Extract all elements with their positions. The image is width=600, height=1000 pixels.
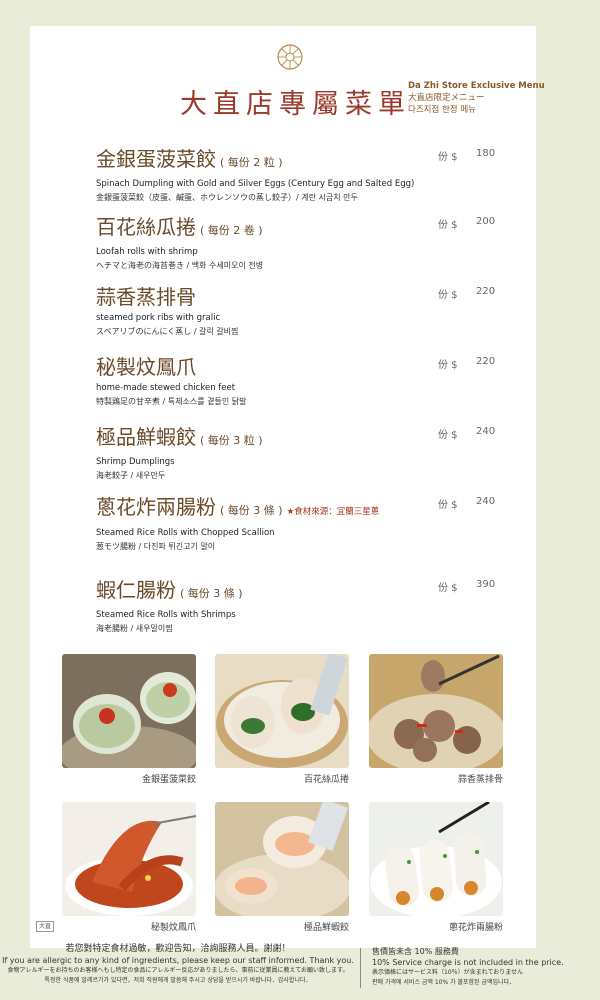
item-name: 金銀蛋菠菜餃 [96, 147, 216, 171]
item-name: 極品鮮蝦餃 [96, 425, 196, 449]
photo-caption: 百花絲瓜捲 [303, 775, 349, 785]
photo-caption: 金銀蛋菠菜餃 [141, 775, 196, 785]
item-quantity: ( 每份 3 粒 ) [200, 434, 263, 447]
allergy-notice-zh: 若您對特定食材過敏，歡迎告知，洽詢服務人員。謝謝！ [65, 944, 291, 954]
dim-sum-basket-logo-icon [277, 44, 303, 70]
price-unit: 份 $ [438, 583, 458, 594]
item-english: home-made stewed chicken feet [96, 383, 236, 393]
item-quantity: ( 每份 3 條 ) [220, 504, 283, 517]
spinach-dumpling-photo [62, 654, 196, 768]
price-value: 180 [476, 148, 496, 159]
shrimp-dumpling-photo [215, 802, 349, 916]
item-japanese-korean: 葱モツ腸粉 / 다진파 튀긴고기 말이 [96, 542, 216, 551]
rice-roll-photo [369, 802, 503, 916]
item-japanese-korean: スペアリブのにんにく蒸し / 갈릭 갈비찜 [96, 327, 239, 336]
service-charge-notice: 售價皆未含 10% 服務費 10% Service charge is not … [372, 946, 597, 988]
subtitle-english: Da Zhi Store Exclusive Menu [408, 81, 545, 91]
service-charge-en: 10% Service charge is not included in th… [372, 958, 564, 967]
item-english: Loofah rolls with shrimp [96, 247, 198, 257]
item-name: 蝦仁腸粉 [96, 578, 176, 602]
footer-divider [360, 948, 361, 988]
price-unit: 份 $ [438, 290, 458, 301]
menu-item: 秘製炆鳳爪 home-made stewed chicken feet 特製鶏足… [96, 354, 526, 407]
item-name: 蒜香蒸排骨 [96, 285, 196, 309]
price-value: 240 [476, 426, 496, 437]
menu-item: 金銀蛋菠菜餃 ( 每份 2 粒 ) Spinach Dumpling with G… [96, 146, 526, 203]
price-unit: 份 $ [438, 152, 458, 163]
price-value: 240 [476, 496, 496, 507]
price-value: 200 [476, 216, 496, 227]
price-unit: 份 $ [438, 360, 458, 371]
price-unit: 份 $ [438, 430, 458, 441]
item-english: Steamed Rice Rolls with Shrimps [96, 610, 236, 620]
allergy-notice-jp: 食物アレルギーをお持ちのお客様へもし特定の食品にアレルギー反応がありましたら、事… [7, 967, 349, 974]
allergy-notice-en: If you are allergic to any kind of ingre… [2, 956, 354, 965]
page-title: 大直店專屬菜單 [180, 89, 411, 120]
menu-item: 蔥花炸兩腸粉 ( 每份 3 條 ) ★食材來源：宜蘭三星蔥 Steamed Rice… [96, 494, 526, 552]
photo-caption: 蒜香蒸排骨 [457, 775, 503, 785]
item-japanese-korean: 海老腸粉 / 새우말이찜 [96, 624, 173, 633]
item-japanese-korean: 特製鶏足の甘辛煮 / 특제소스를 곁들인 닭발 [96, 397, 247, 406]
service-charge-jp: 表示価格にはサービス料（10％）が含まれておりません [372, 969, 524, 976]
item-japanese-korean: 金銀蛋菠菜餃（皮蛋、鹹蛋、ホウレンソウの蒸し餃子）/ 계란 시금치 만두 [96, 193, 358, 202]
item-english: Steamed Rice Rolls with Chopped Scallion [96, 528, 275, 538]
item-name: 秘製炆鳳爪 [96, 355, 196, 379]
menu-item: 極品鮮蝦餃 ( 每份 3 粒 ) Shrimp Dumplings 海老餃子 / … [96, 424, 526, 481]
subtitle-korean: 다즈지점 한정 메뉴 [408, 105, 476, 115]
pork-ribs-photo [369, 654, 503, 768]
chicken-feet-photo [62, 802, 196, 916]
menu-item: 百花絲瓜捲 ( 每份 2 卷 ) Loofah rolls with shrimp… [96, 214, 526, 271]
photo-caption: 蔥花炸兩腸粉 [448, 923, 503, 933]
item-quantity: ( 每份 2 卷 ) [200, 224, 263, 237]
title-subtitles: Da Zhi Store Exclusive Menu 大直店限定メニュー 다즈… [408, 80, 545, 116]
item-quantity: ( 每份 3 條 ) [180, 587, 243, 600]
photo-caption: 秘製炆鳳爪 [150, 923, 196, 933]
item-japanese-korean: 海老餃子 / 새우만두 [96, 471, 166, 480]
item-english: steamed pork ribs with gralic [96, 313, 221, 323]
price-value: 220 [476, 286, 496, 297]
allergy-notice-kr: 특정한 식품에 알레르기가 있다면，저희 직원에게 말씀해 주시고 상담을 받으… [44, 977, 312, 984]
store-size-tag: 大直 [36, 921, 55, 932]
menu-item: 蒜香蒸排骨 steamed pork ribs with gralic スペアリ… [96, 284, 526, 337]
price-value: 390 [476, 579, 496, 590]
service-charge-zh: 售價皆未含 10% 服務費 [372, 947, 459, 956]
ingredient-source-note: ★食材來源：宜蘭三星蔥 [286, 507, 380, 517]
price-unit: 份 $ [438, 500, 458, 511]
item-english: Spinach Dumpling with Gold and Silver Eg… [96, 179, 415, 189]
loofah-roll-photo [215, 654, 349, 768]
photo-caption: 極品鮮蝦餃 [303, 923, 349, 933]
subtitle-japanese: 大直店限定メニュー [408, 93, 485, 103]
price-value: 220 [476, 356, 496, 367]
item-name: 蔥花炸兩腸粉 [96, 495, 216, 519]
service-charge-kr: 판매 가격에 서비스 금액 10% 가 불포함된 금액입니다． [372, 979, 516, 986]
price-unit: 份 $ [438, 220, 458, 231]
item-quantity: ( 每份 2 粒 ) [220, 156, 283, 169]
item-name: 百花絲瓜捲 [96, 215, 196, 239]
item-japanese-korean: ヘチマと海老の海苔巻き / 백화 수세미오이 전병 [96, 261, 264, 270]
menu-item: 蝦仁腸粉 ( 每份 3 條 ) Steamed Rice Rolls with S… [96, 577, 526, 634]
item-english: Shrimp Dumplings [96, 457, 175, 467]
allergy-notice: 若您對特定食材過敏，歡迎告知，洽詢服務人員。謝謝！ If you are all… [0, 944, 356, 986]
